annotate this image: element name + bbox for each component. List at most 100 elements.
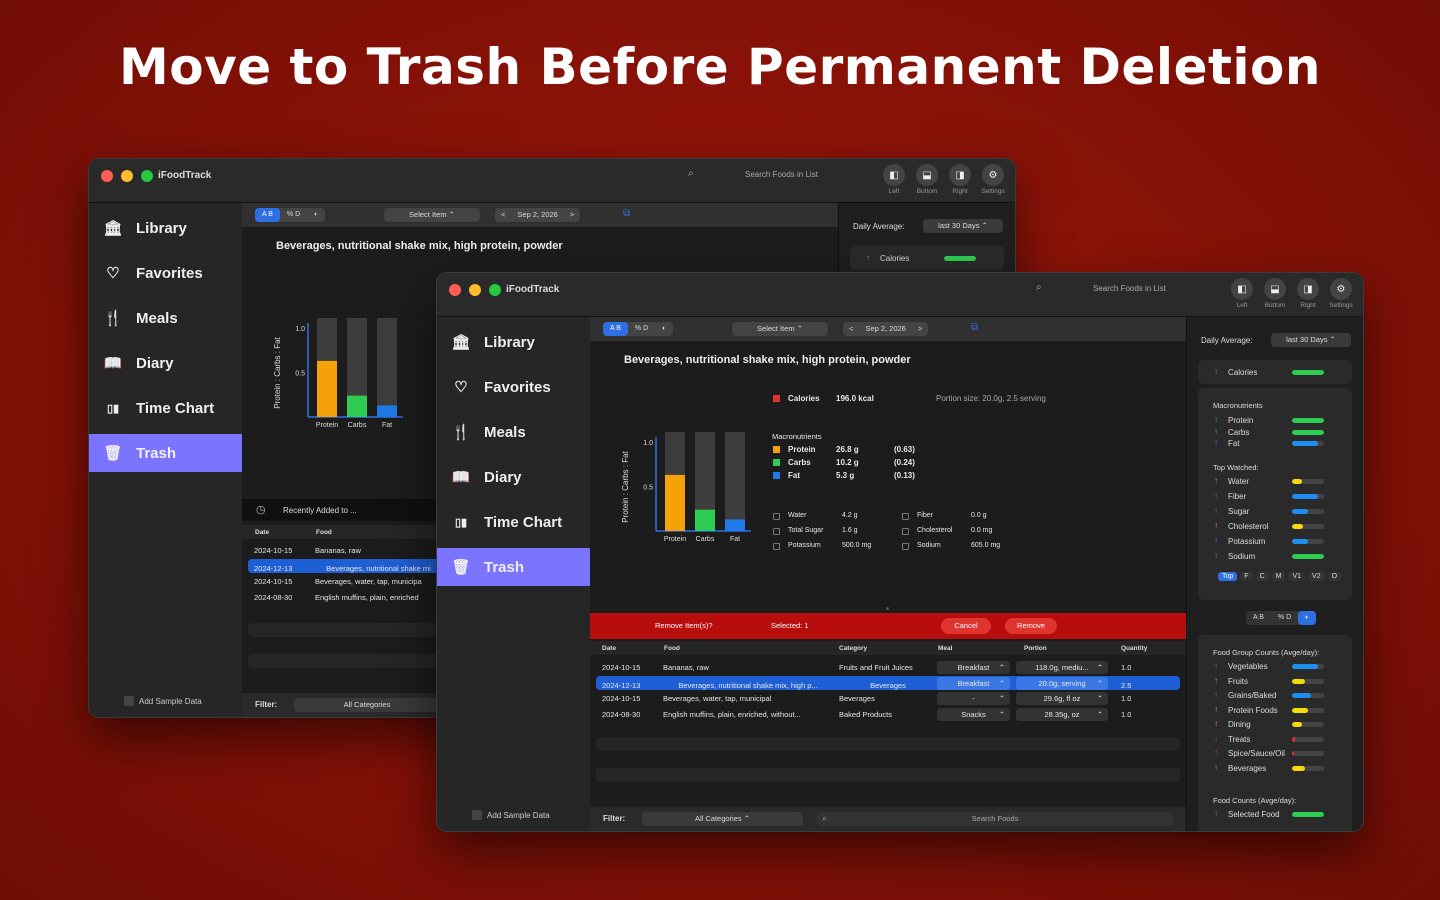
col-date[interactable]: Date — [602, 645, 616, 652]
right-panel-button[interactable]: ◨ Right — [1296, 278, 1320, 309]
prev-date-button[interactable]: < — [495, 208, 511, 222]
tab-f[interactable]: F — [1240, 572, 1253, 581]
sidebar-item-trash[interactable]: 🗑 Trash — [437, 548, 590, 586]
sidebar-item-diary[interactable]: 📖 Diary — [437, 458, 590, 496]
copy-icon[interactable]: ⧉ — [971, 322, 978, 333]
table-row[interactable]: 2024-08-30 English muffins, plain, enrich… — [596, 707, 1180, 721]
table-row[interactable]: 2024-08-30 English muffins, plain, enrich… — [248, 590, 442, 604]
minimize-button[interactable] — [121, 170, 133, 182]
seg-ab[interactable]: A B — [603, 322, 628, 336]
tab-o[interactable]: O — [1327, 572, 1342, 581]
checkbox[interactable] — [124, 696, 134, 706]
table-row[interactable]: 2024-10-15 Bananas, raw — [248, 543, 442, 557]
sidebar-item-library[interactable]: 🏛 Library — [437, 323, 590, 361]
sidebar-item-time-chart[interactable]: ▯▮ Time Chart — [89, 389, 242, 427]
copy-icon[interactable]: ⧉ — [623, 208, 630, 219]
sidebar-item-favorites[interactable]: ♡ Favorites — [437, 368, 590, 406]
remove-button[interactable]: Remove — [1005, 618, 1057, 634]
col-category[interactable]: Category — [839, 645, 867, 652]
bottom-panel-button[interactable]: ⬓ Bottom — [1263, 278, 1287, 309]
category-dropdown[interactable]: All Categories — [294, 698, 440, 712]
seg-ab[interactable]: A B — [255, 208, 280, 222]
col-meal[interactable]: Meal — [938, 645, 952, 652]
portion-dropdown[interactable]: 28.35g, oz ⌃ — [1016, 707, 1108, 721]
date-navigator[interactable]: < Sep 2, 2026 > — [843, 322, 929, 336]
ab-pd-segment[interactable]: A B% D ◐ — [1246, 611, 1317, 625]
table-row[interactable]: 2024-12-13 Beverages, nutritional shake m… — [248, 558, 442, 573]
meal-dropdown[interactable]: Breakfast ⌃ — [937, 676, 1010, 690]
next-date-button[interactable]: > — [912, 322, 928, 336]
col-quantity[interactable]: Quantity — [1121, 645, 1147, 652]
add-sample-data[interactable]: Add Sample Data — [124, 696, 202, 706]
search-field[interactable]: Search Foods in List — [1093, 284, 1166, 293]
sidebar-item-favorites[interactable]: ♡ Favorites — [89, 254, 242, 292]
drag-handle[interactable] — [886, 607, 889, 610]
range-dropdown[interactable]: last 30 Days ⌃ — [1271, 333, 1351, 347]
seg-pd[interactable]: % D — [628, 322, 655, 336]
minimize-button[interactable] — [469, 284, 481, 296]
date-navigator[interactable]: < Sep 2, 2026 > — [495, 208, 581, 222]
settings-button[interactable]: ⚙ Settings — [1329, 278, 1353, 309]
seg-ab[interactable]: A B — [1246, 611, 1271, 625]
sidebar-item-meals[interactable]: 🍴 Meals — [89, 299, 242, 337]
col-food[interactable]: Food — [316, 529, 332, 536]
search-field[interactable]: Search Foods in List — [745, 170, 818, 179]
app-title: iFoodTrack — [158, 170, 212, 181]
portion-dropdown[interactable]: 118.0g, mediu... ⌃ — [1016, 661, 1108, 674]
toggle-icon[interactable]: ◐ — [1298, 611, 1317, 625]
select-item-dropdown[interactable]: Select Item ⌃ — [732, 322, 828, 336]
nutrient-checkbox[interactable] — [902, 528, 909, 535]
cancel-button[interactable]: Cancel — [941, 618, 991, 634]
meal-dropdown[interactable]: - ⌃ — [937, 692, 1010, 705]
portion-dropdown[interactable]: 20.0g, serving ⌃ — [1016, 676, 1108, 690]
sidebar-item-meals[interactable]: 🍴 Meals — [437, 413, 590, 451]
left-panel-button[interactable]: ◧ Left — [882, 164, 906, 195]
seg-pd[interactable]: % D — [1271, 611, 1298, 625]
zoom-button[interactable] — [489, 284, 501, 296]
checkbox[interactable] — [472, 810, 482, 820]
tab-m[interactable]: M — [1271, 572, 1286, 581]
sidebar-item-library[interactable]: 🏛 Library — [89, 209, 242, 247]
sidebar-item-time-chart[interactable]: ▯▮ Time Chart — [437, 503, 590, 541]
left-panel-button[interactable]: ◧ Left — [1230, 278, 1254, 309]
ab-pd-segment[interactable]: A B% D ◐ — [255, 208, 326, 222]
table-row[interactable]: 2024-10-15 Beverages, water, tap, municip… — [248, 574, 442, 588]
nutrient-checkbox[interactable] — [902, 513, 909, 520]
tab-c[interactable]: C — [1255, 572, 1269, 581]
nutrient-checkbox[interactable] — [902, 543, 909, 550]
search-icon[interactable]: ⌕ — [688, 168, 694, 179]
portion-dropdown[interactable]: 29.6g, fl oz ⌃ — [1016, 692, 1108, 705]
zoom-button[interactable] — [141, 170, 153, 182]
bottom-panel-button[interactable]: ⬓ Bottom — [915, 164, 939, 195]
ab-pd-segment[interactable]: A B% D ◐ — [603, 322, 674, 336]
col-date[interactable]: Date — [255, 529, 269, 536]
macro-name: Carbs — [788, 458, 811, 467]
sidebar-item-trash[interactable]: 🗑 Trash — [89, 434, 242, 472]
category-dropdown[interactable]: All Categories ⌃ — [642, 812, 803, 826]
table-row[interactable]: 2024-12-13 Beverages, nutritional shake m… — [596, 675, 1180, 690]
close-button[interactable] — [449, 284, 461, 296]
select-item-dropdown[interactable]: Select Item ⌃ — [384, 208, 480, 222]
search-foods-input[interactable]: Search Foods — [816, 812, 1174, 826]
sidebar-item-diary[interactable]: 📖 Diary — [89, 344, 242, 382]
tab-v2[interactable]: V2 — [1308, 572, 1325, 581]
right-panel-button[interactable]: ◨ Right — [948, 164, 972, 195]
tab-top[interactable]: Top — [1218, 572, 1238, 581]
contrast-icon[interactable]: ◐ — [307, 208, 325, 222]
tab-v1[interactable]: V1 — [1288, 572, 1306, 581]
contrast-icon[interactable]: ◐ — [655, 322, 673, 336]
meal-dropdown[interactable]: Snacks ⌃ — [937, 707, 1010, 721]
range-dropdown[interactable]: last 30 Days ⌃ — [923, 219, 1003, 233]
add-sample-data[interactable]: Add Sample Data — [472, 810, 550, 820]
settings-button[interactable]: ⚙ Settings — [981, 164, 1005, 195]
search-icon[interactable]: ⌕ — [1036, 282, 1042, 293]
close-button[interactable] — [101, 170, 113, 182]
table-row[interactable]: 2024-10-15 Bananas, raw Fruits and Fruit J… — [596, 660, 1180, 674]
meal-dropdown[interactable]: Breakfast ⌃ — [937, 661, 1010, 674]
next-date-button[interactable]: > — [564, 208, 580, 222]
prev-date-button[interactable]: < — [843, 322, 859, 336]
seg-pd[interactable]: % D — [280, 208, 307, 222]
col-food[interactable]: Food — [664, 645, 680, 652]
table-row[interactable]: 2024-10-15 Beverages, water, tap, municip… — [596, 691, 1180, 705]
col-portion[interactable]: Portion — [1024, 645, 1047, 652]
